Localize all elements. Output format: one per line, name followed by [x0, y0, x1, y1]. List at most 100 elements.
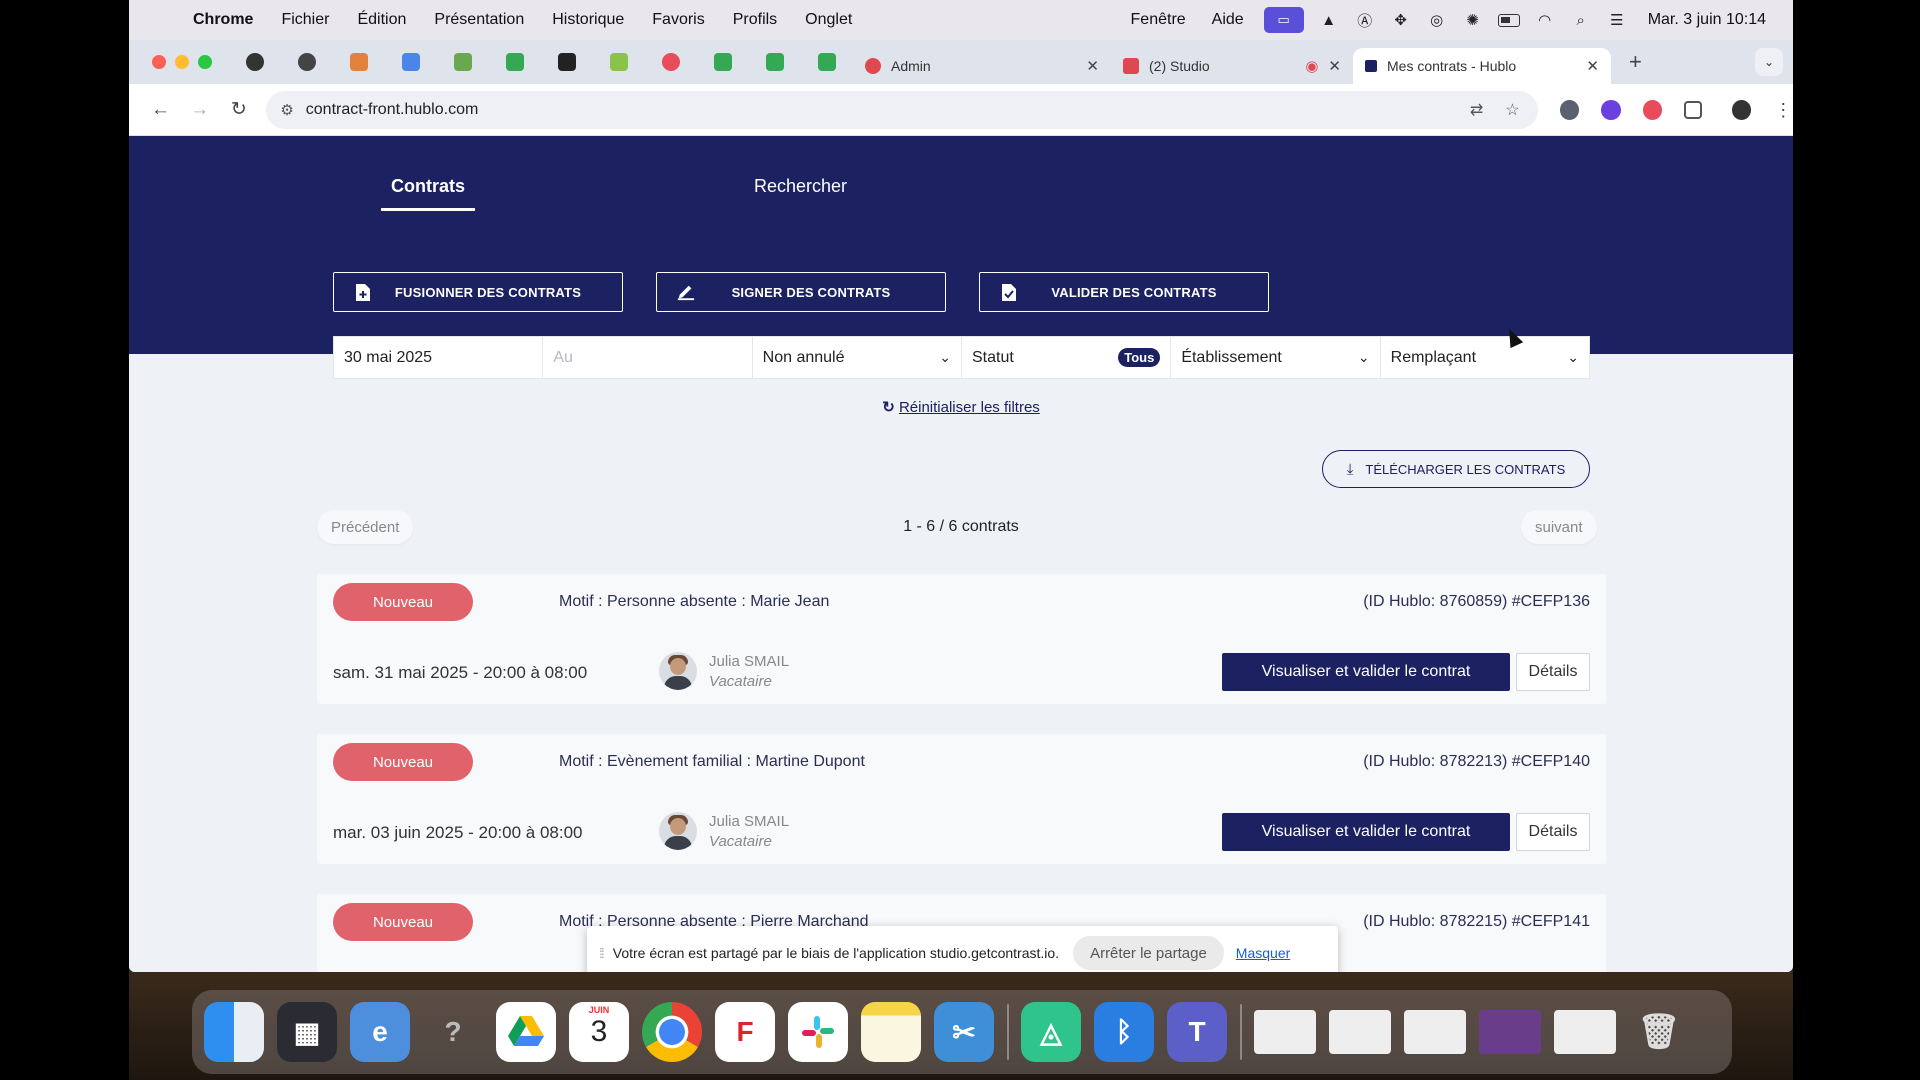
spotlight-icon[interactable]: ⌕ [1570, 11, 1592, 29]
google-drive-icon[interactable] [496, 1002, 556, 1062]
tab-search-icon[interactable]: ⌄ [1755, 48, 1783, 76]
recent-window-thumbnail[interactable] [1404, 1010, 1466, 1054]
pinned-tab-9[interactable] [645, 40, 697, 84]
bell-app-icon[interactable]: ◬ [1021, 1002, 1081, 1062]
help-icon[interactable]: ? [423, 1002, 483, 1062]
close-window-icon[interactable] [152, 55, 166, 69]
trash-icon[interactable]: 🗑 [1629, 1002, 1689, 1062]
merge-contracts-button[interactable]: FUSIONNER DES CONTRATS [333, 272, 623, 312]
notes-icon[interactable] [861, 1002, 921, 1062]
address-bar[interactable]: ⚙ contract-front.hublo.com ⇄ ☆ [266, 90, 1538, 129]
pinned-tab-10[interactable] [697, 40, 749, 84]
tab-mes-contrats[interactable]: Mes contrats - Hublo ✕ [1353, 48, 1611, 84]
teams-icon[interactable]: T [1167, 1002, 1227, 1062]
extension-red-icon[interactable] [1642, 99, 1663, 120]
pinned-tab-2[interactable] [281, 40, 333, 84]
minimize-window-icon[interactable] [175, 55, 189, 69]
menu-favoris[interactable]: Favoris [638, 11, 718, 29]
pinned-tab-5[interactable] [437, 40, 489, 84]
establishment-select[interactable]: Établissement ⌄ [1171, 337, 1381, 378]
app-a2-icon[interactable]: Ⓐ [1354, 11, 1376, 30]
url-text[interactable]: contract-front.hublo.com [306, 101, 479, 119]
validate-contracts-button[interactable]: VALIDER DES CONTRATS [979, 272, 1269, 312]
replacement-select[interactable]: Remplaçant ⌄ [1381, 337, 1589, 378]
stop-sharing-button[interactable]: Arrêter le partage [1073, 936, 1224, 970]
tab-contrats[interactable]: Contrats [380, 176, 476, 211]
screen-share-icon[interactable]: ▭ [1263, 7, 1304, 33]
hide-banner-link[interactable]: Masquer [1236, 945, 1290, 961]
date-to-input[interactable]: Au [543, 337, 753, 378]
back-arrow-icon[interactable]: ← [141, 99, 180, 121]
translate-icon[interactable]: ⇄ [1470, 100, 1483, 120]
brain-icon[interactable]: ✺ [1462, 11, 1484, 29]
status-select[interactable]: Statut Tous [962, 337, 1172, 378]
view-validate-contract-button[interactable]: Visualiser et valider le contrat [1222, 813, 1510, 851]
dropbox-icon[interactable]: ✥ [1390, 11, 1412, 29]
fantastical-icon[interactable]: F [715, 1002, 775, 1062]
menu-fichier[interactable]: Fichier [267, 11, 343, 29]
profile-avatar-icon[interactable] [1731, 99, 1752, 120]
previous-page-button[interactable]: Précédent [317, 510, 414, 544]
tab-studio[interactable]: (2) Studio ◉ ✕ [1111, 48, 1353, 84]
reload-icon[interactable]: ↻ [219, 98, 258, 121]
pinned-tab-4[interactable] [385, 40, 437, 84]
browser-menu-icon[interactable]: ⋮ [1773, 100, 1793, 120]
pinned-tab-6[interactable] [489, 40, 541, 84]
sign-contracts-button[interactable]: SIGNER DES CONTRATS [656, 272, 946, 312]
launchpad-icon[interactable]: ▦ [277, 1002, 337, 1062]
menu-app-name[interactable]: Chrome [179, 11, 267, 29]
tab-admin[interactable]: Admin ✕ [853, 48, 1111, 84]
edge-icon[interactable]: e [350, 1002, 410, 1062]
close-icon[interactable]: ✕ [1328, 57, 1341, 75]
chrome-icon[interactable] [642, 1002, 702, 1062]
pinned-tab-7[interactable] [541, 40, 593, 84]
bluetooth-icon[interactable]: ᛒ [1094, 1002, 1154, 1062]
menu-clock[interactable]: Mar. 3 juin 10:14 [1635, 11, 1779, 29]
details-button[interactable]: Détails [1516, 653, 1590, 691]
calendar-icon[interactable]: JUIN 3 [569, 1002, 629, 1062]
slack-icon[interactable] [788, 1002, 848, 1062]
extensions-puzzle-icon[interactable] [1684, 100, 1702, 119]
new-tab-icon[interactable]: + [1629, 49, 1642, 75]
finder-icon[interactable] [204, 1002, 264, 1062]
zoom-window-icon[interactable] [198, 55, 212, 69]
app-a-icon[interactable]: ▲ [1318, 11, 1340, 29]
recent-window-thumbnail[interactable] [1554, 1010, 1616, 1054]
recent-window-thumbnail[interactable] [1479, 1010, 1541, 1054]
menu-fenetre[interactable]: Fenêtre [1118, 11, 1199, 29]
control-center-icon[interactable]: ☰ [1606, 11, 1628, 29]
menu-historique[interactable]: Historique [538, 11, 638, 29]
vpn-icon[interactable]: ◎ [1426, 11, 1448, 29]
menu-aide[interactable]: Aide [1199, 11, 1257, 29]
battery-icon[interactable] [1497, 11, 1520, 29]
forward-arrow-icon[interactable]: → [180, 99, 219, 121]
recent-window-thumbnail[interactable] [1254, 1010, 1316, 1054]
pinned-tab-8[interactable] [593, 40, 645, 84]
close-icon[interactable]: ✕ [1586, 57, 1599, 75]
menu-profils[interactable]: Profils [719, 11, 791, 29]
close-icon[interactable]: ✕ [1086, 57, 1099, 75]
menu-onglet[interactable]: Onglet [791, 11, 866, 29]
site-info-icon[interactable]: ⚙ [280, 101, 293, 119]
wifi-icon[interactable]: ◠ [1534, 11, 1556, 29]
menu-presentation[interactable]: Présentation [420, 11, 538, 29]
reset-filters-link[interactable]: ↻ Réinitialiser les filtres [129, 398, 1793, 416]
pinned-tab-12[interactable] [801, 40, 853, 84]
recent-window-thumbnail[interactable] [1329, 1010, 1391, 1054]
extension-purple-icon[interactable] [1601, 99, 1621, 120]
tab-rechercher[interactable]: Rechercher [754, 176, 847, 197]
pinned-tab-3[interactable] [333, 40, 385, 84]
date-from-input[interactable]: 30 mai 2025 [334, 337, 544, 378]
pinned-tab-1[interactable] [229, 40, 281, 84]
pinned-tab-11[interactable] [749, 40, 801, 84]
bookmark-star-icon[interactable]: ☆ [1505, 100, 1519, 120]
menu-edition[interactable]: Édition [343, 11, 420, 29]
extension-icon[interactable] [1559, 99, 1580, 120]
details-button[interactable]: Détails [1516, 813, 1590, 851]
drag-handle-icon[interactable]: ⁞⁞ [599, 945, 605, 961]
scissors-icon[interactable]: ✂ [934, 1002, 994, 1062]
cancel-state-select[interactable]: Non annulé ⌄ [753, 337, 962, 378]
next-page-button[interactable]: suivant [1521, 510, 1597, 544]
download-contracts-button[interactable]: ⤓ TÉLÉCHARGER LES CONTRATS [1322, 450, 1590, 488]
view-validate-contract-button[interactable]: Visualiser et valider le contrat [1222, 653, 1510, 691]
